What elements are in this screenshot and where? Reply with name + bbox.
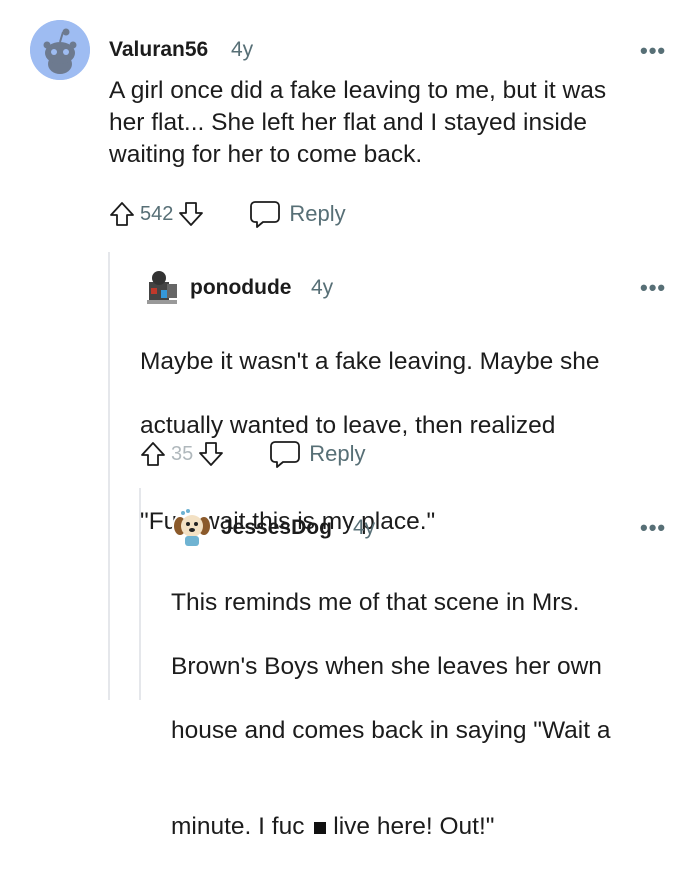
comment-timestamp: 4y (231, 38, 254, 61)
censor-block (314, 821, 327, 834)
comment-line-part: live here! Out!" (326, 813, 495, 840)
reply-label: Reply (309, 441, 366, 466)
comment-line: minute. I fuc live here! Out!" (171, 779, 691, 843)
comment-body: This reminds me of that scene in Mrs. Br… (171, 555, 691, 875)
vote-score: 542 (140, 202, 174, 225)
thread-line (108, 252, 110, 700)
reply-label: Reply (289, 201, 346, 226)
comment-username[interactable]: JessesDog (221, 516, 332, 540)
more-options-button[interactable]: ••• (640, 40, 666, 62)
comment-username[interactable]: Valuran56 (109, 38, 208, 62)
comment-bubble-icon (250, 201, 281, 228)
comment-line-part: minute. I fuc (171, 813, 305, 840)
snoo-icon (30, 20, 90, 80)
comment-timestamp: 4y (353, 516, 376, 539)
downvote-icon[interactable] (197, 440, 225, 468)
comment-line: This reminds me of that scene in Mrs. (171, 589, 580, 616)
avatar[interactable] (143, 268, 183, 308)
comment-username[interactable]: ponodude (190, 276, 291, 300)
dog-avatar-icon (174, 509, 210, 546)
comment-body: A girl once did a fake leaving to me, bu… (109, 77, 607, 168)
comment-line: Maybe it wasn't a fake leaving. Maybe sh… (140, 348, 600, 375)
comment-line: house and comes back in saying "Wait a (171, 717, 611, 744)
comment-actions: 542 Reply (108, 197, 346, 231)
comment-line: Brown's Boys when she leaves her own (171, 653, 602, 680)
avatar[interactable] (30, 20, 90, 80)
comment-actions: 35 Reply (139, 437, 366, 471)
downvote-icon[interactable] (177, 200, 205, 228)
vote-score: 35 (171, 442, 194, 465)
avatar[interactable] (172, 508, 212, 548)
more-options-button[interactable]: ••• (640, 277, 666, 299)
comment-timestamp: 4y (311, 276, 334, 299)
upvote-icon[interactable] (108, 200, 136, 228)
reply-button[interactable]: Reply (269, 439, 366, 469)
avatar-image-icon (147, 271, 177, 304)
reply-button[interactable]: Reply (249, 199, 346, 229)
more-options-button[interactable]: ••• (640, 517, 666, 539)
upvote-icon[interactable] (139, 440, 167, 468)
comment-bubble-icon (270, 441, 301, 468)
